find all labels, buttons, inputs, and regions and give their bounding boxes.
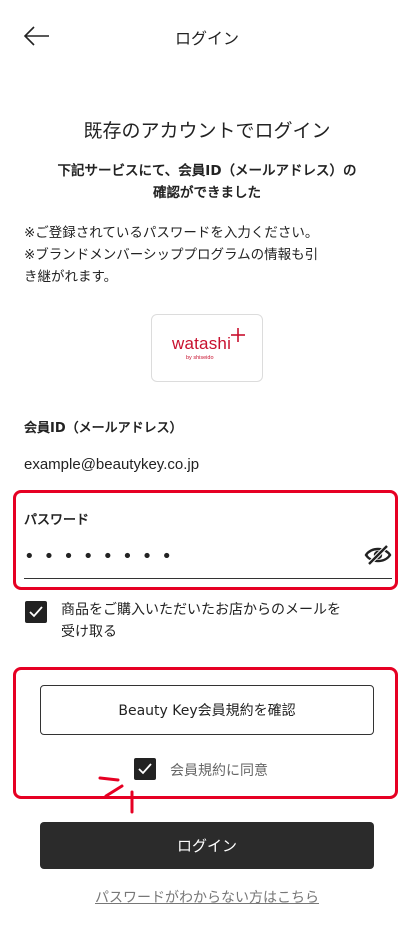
notes: ※ご登録されているパスワードを入力ください。 ※ブランドメンバーシッププログラム… xyxy=(24,222,392,288)
mail-optin-label: 商品をご購入いただいたお店からのメールを 受け取る xyxy=(61,599,391,643)
confirm-message-line: 確認ができました xyxy=(153,185,261,201)
note-line: き継がれます。 xyxy=(24,269,118,285)
mail-optin-line: 商品をご購入いただいたお店からのメールを xyxy=(61,602,341,618)
member-id-value: example@beautykey.co.jp xyxy=(24,456,200,473)
logo-wordmark: watashi xyxy=(172,334,232,353)
terms-agree-label: 会員規約に同意 xyxy=(170,763,268,779)
eye-off-icon[interactable] xyxy=(364,543,392,567)
header-title: ログイン xyxy=(174,29,239,48)
password-input[interactable] xyxy=(24,535,364,577)
login-button[interactable]: ログイン xyxy=(40,822,374,869)
check-icon xyxy=(29,606,43,618)
tap-indicator-icon xyxy=(98,776,134,814)
mail-optin-checkbox[interactable] xyxy=(25,601,47,623)
terms-confirm-button[interactable]: Beauty Key会員規約を確認 xyxy=(40,685,374,735)
member-id-label: 会員ID（メールアドレス） xyxy=(24,421,183,436)
logo-subtitle: by shiseido xyxy=(186,355,214,361)
plus-icon xyxy=(231,328,245,342)
password-label: パスワード xyxy=(24,513,90,528)
confirm-message: 下記サービスにて、会員ID（メールアドレス）の 確認ができました xyxy=(40,160,374,204)
forgot-password-link[interactable]: パスワードがわからない方はこちら xyxy=(0,887,414,907)
note-line: ※ご登録されているパスワードを入力ください。 xyxy=(24,225,319,241)
confirm-message-line: 下記サービスにて、会員ID（メールアドレス）の xyxy=(57,163,357,179)
note-line: ※ブランドメンバーシッププログラムの情報も引 xyxy=(24,247,319,263)
page-title: 既存のアカウントでログイン xyxy=(83,120,331,142)
password-underline xyxy=(24,578,392,579)
header: ログイン xyxy=(0,0,414,70)
service-logo: watashi by shiseido xyxy=(151,314,263,382)
mail-optin-line: 受け取る xyxy=(61,624,117,640)
